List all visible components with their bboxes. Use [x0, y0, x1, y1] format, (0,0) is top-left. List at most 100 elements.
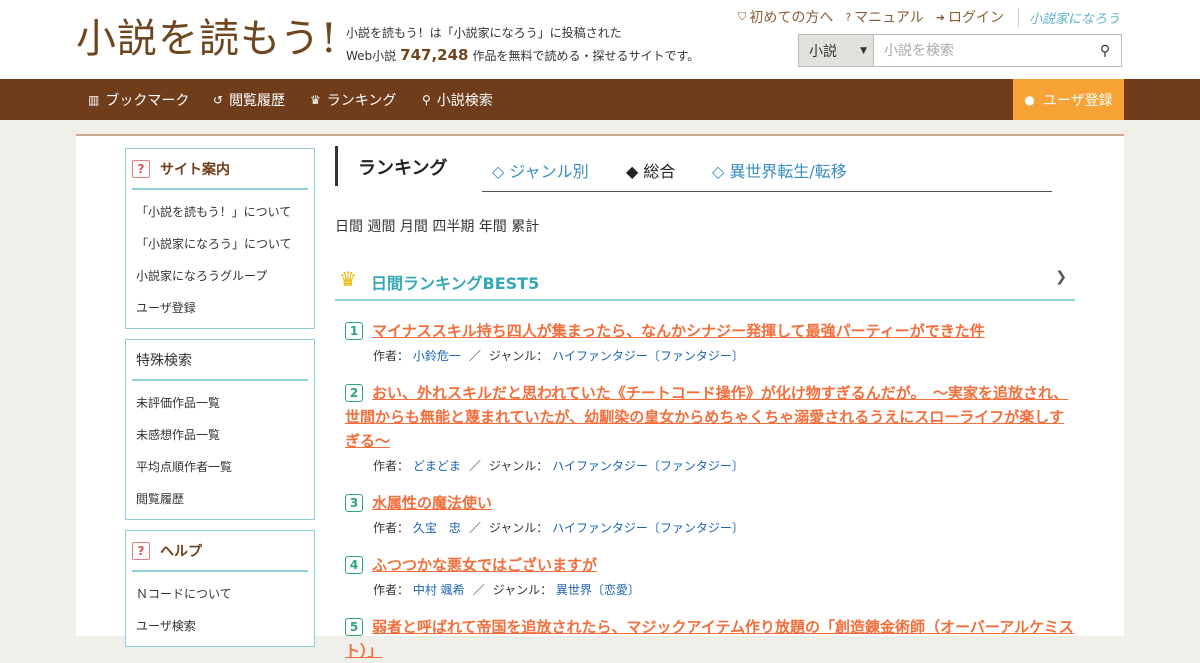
crown-icon: ♛ [339, 267, 357, 291]
nav-bookmark-label: ブックマーク [105, 92, 190, 109]
narou-brand-link[interactable]: 小説家になろう [1017, 7, 1120, 27]
site-guide-item[interactable]: 「小説を読もう！」について [126, 196, 314, 228]
special-search-item[interactable]: 平均点順作者一覧 [126, 451, 314, 483]
novel-title-link[interactable]: ふつつかな悪女ではございますが [345, 553, 1075, 577]
sidebar-help: ? ヘルプ Ｎコードについて ユーザ検索 [125, 530, 315, 647]
ranking-entry: 1 マイナススキル持ち四人が集まったら、なんかシナジー発揮して最強パーティーがで… [345, 319, 1075, 364]
user-icon: ● [1024, 92, 1035, 107]
special-search-item[interactable]: 未感想作品一覧 [126, 419, 314, 451]
genre-link[interactable]: ハイファンタジー〔ファンタジー〕 [552, 459, 744, 473]
nav-ranking-label: ランキング [326, 92, 397, 109]
search-input[interactable] [874, 35, 1089, 66]
genre-label: ジャンル： [488, 521, 549, 535]
rank-badge: 1 [345, 322, 363, 340]
special-search-item[interactable]: 未評価作品一覧 [126, 387, 314, 419]
search-category-select[interactable]: 小説 ▼ [799, 35, 874, 66]
help-item[interactable]: ユーザ検索 [126, 610, 314, 642]
login-link-label: ログイン [947, 10, 1004, 26]
period-weekly[interactable]: 週間 [367, 219, 395, 235]
crown-icon: ♛ [310, 92, 321, 107]
manual-link[interactable]: ? マニュアル [845, 7, 923, 27]
magnifier-icon: ⚲ [422, 92, 431, 107]
site-guide-title: ? サイト案内 [132, 149, 308, 190]
help-icon: ? [845, 10, 852, 24]
search-icon: ⚲ [1099, 42, 1111, 59]
period-monthly[interactable]: 月間 [400, 219, 428, 235]
author-label: 作者： [373, 521, 410, 535]
ranking-tabs: ◇ ジャンル別 ◆ 総合 ◇ 異世界転生/転移 [482, 146, 1052, 192]
meta-separator: ／ [468, 349, 481, 363]
caret-down-icon: ▼ [860, 45, 867, 56]
shield-icon: ⛉ [738, 10, 747, 23]
search-button[interactable]: ⚲ [1089, 35, 1121, 66]
site-guide-item[interactable]: 「小説家になろう」について [126, 228, 314, 260]
tab-isekai[interactable]: ◇ 異世界転生/転移 [712, 158, 847, 182]
ranking-title: ランキング [358, 158, 448, 179]
genre-label: ジャンル： [492, 583, 553, 597]
rank-badge: 4 [345, 556, 363, 574]
genre-link[interactable]: 異世界〔恋愛〕 [556, 583, 640, 597]
nav-search-label: 小説検索 [436, 92, 493, 109]
author-link[interactable]: 久宝 忠 [413, 521, 461, 535]
site-guide-item[interactable]: ユーザ登録 [126, 292, 314, 324]
nav-bookmark[interactable]: ▥ ブックマーク [88, 79, 189, 120]
nav-history-label: 閲覧履歴 [229, 92, 286, 109]
entry-meta: 作者： 中村 颯希 ／ ジャンル： 異世界〔恋愛〕 [345, 581, 1075, 598]
genre-link[interactable]: ハイファンタジー〔ファンタジー〕 [552, 349, 744, 363]
help-title-text: ヘルプ [160, 543, 202, 560]
question-icon: ? [132, 159, 150, 178]
tagline-suffix: 作品を無料で読める・探せるサイトです。 [472, 49, 700, 63]
beginners-link[interactable]: ⛉ 初めての方へ [738, 7, 833, 27]
ranking-entry: 5 弱者と呼ばれて帝国を追放されたら、マジックアイテム作り放題の「創造錬金術師（… [345, 615, 1075, 663]
meta-separator: ／ [468, 459, 481, 473]
login-link[interactable]: ➜ ログイン [936, 7, 1004, 27]
user-register-button[interactable]: ● ユーザ登録 [1013, 79, 1124, 120]
site-guide-item[interactable]: 小説家になろうグループ [126, 260, 314, 292]
period-yearly[interactable]: 年間 [479, 219, 507, 235]
question-icon: ? [132, 541, 150, 560]
sidebar-special-search: 特殊検索 未評価作品一覧 未感想作品一覧 平均点順作者一覧 閲覧履歴 [125, 339, 315, 520]
rank-badge: 3 [345, 494, 363, 512]
author-link[interactable]: 中村 颯希 [413, 583, 465, 597]
site-guide-title-text: サイト案内 [160, 161, 230, 178]
tagline-line2: Web小説 747,248 作品を無料で読める・探せるサイトです。 [346, 44, 699, 67]
special-search-item[interactable]: 閲覧履歴 [126, 483, 314, 515]
author-link[interactable]: どまどま [413, 459, 461, 473]
genre-link[interactable]: ハイファンタジー〔ファンタジー〕 [552, 521, 744, 535]
daily-best5-header[interactable]: ♛ 日間ランキングBEST5 ❯ [335, 259, 1075, 301]
nav-search[interactable]: ⚲ 小説検索 [422, 79, 493, 120]
search-bar: 小説 ▼ ⚲ [798, 34, 1122, 67]
chevron-down-icon[interactable]: ❯ [1055, 269, 1067, 285]
ranking-entry: 3 水属性の魔法使い 作者： 久宝 忠 ／ ジャンル： ハイファンタジー〔ファンタジ… [345, 491, 1075, 536]
user-register-label: ユーザ登録 [1042, 92, 1113, 109]
special-search-title: 特殊検索 [132, 340, 308, 381]
rank-badge: 5 [345, 618, 363, 636]
tab-overall[interactable]: ◆ 総合 [626, 158, 675, 182]
nav-history[interactable]: ↺ 閲覧履歴 [213, 79, 285, 120]
novel-title-link[interactable]: マイナススキル持ち四人が集まったら、なんかシナジー発揮して最強パーティーができた… [345, 319, 1075, 343]
novel-title-link[interactable]: 弱者と呼ばれて帝国を追放されたら、マジックアイテム作り放題の「創造錬金術師（オー… [345, 615, 1075, 663]
help-title: ? ヘルプ [132, 531, 308, 572]
help-item[interactable]: Ｎコードについて [126, 578, 314, 610]
ranking-header: ランキング ◇ ジャンル別 ◆ 総合 ◇ 異世界転生/転移 [335, 146, 1075, 192]
author-link[interactable]: 小鈴危一 [413, 349, 461, 363]
author-label: 作者： [373, 349, 410, 363]
content-area: ? サイト案内 「小説を読もう！」について 「小説家になろう」について 小説家にな… [76, 134, 1124, 660]
top-links: ⛉ 初めての方へ ? マニュアル ➜ ログイン 小説家になろう [726, 7, 1120, 27]
period-quarterly[interactable]: 四半期 [432, 219, 474, 235]
site-tagline: 小説を読もう！は「小説家になろう」に投稿された Web小説 747,248 作品を無… [346, 22, 699, 67]
genre-label: ジャンル： [488, 459, 549, 473]
site-guide-list: 「小説を読もう！」について 「小説家になろう」について 小説家になろうグループ … [126, 190, 314, 328]
novel-title-link[interactable]: 水属性の魔法使い [345, 491, 1075, 515]
meta-separator: ／ [472, 583, 485, 597]
period-daily[interactable]: 日間 [335, 219, 363, 235]
tagline-prefix: Web小説 [346, 49, 397, 63]
site-logo[interactable]: 小説を読もう! [76, 14, 338, 64]
nav-ranking[interactable]: ♛ ランキング [310, 79, 396, 120]
novel-title-link[interactable]: おい、外れスキルだと思われていた《チートコード操作》が化け物すぎるんだが。 〜実… [345, 381, 1075, 453]
tab-genre[interactable]: ◇ ジャンル別 [492, 158, 589, 182]
entry-meta: 作者： 久宝 忠 ／ ジャンル： ハイファンタジー〔ファンタジー〕 [345, 519, 1075, 536]
history-icon: ↺ [213, 92, 224, 107]
author-label: 作者： [373, 459, 410, 473]
period-total[interactable]: 累計 [511, 219, 539, 235]
